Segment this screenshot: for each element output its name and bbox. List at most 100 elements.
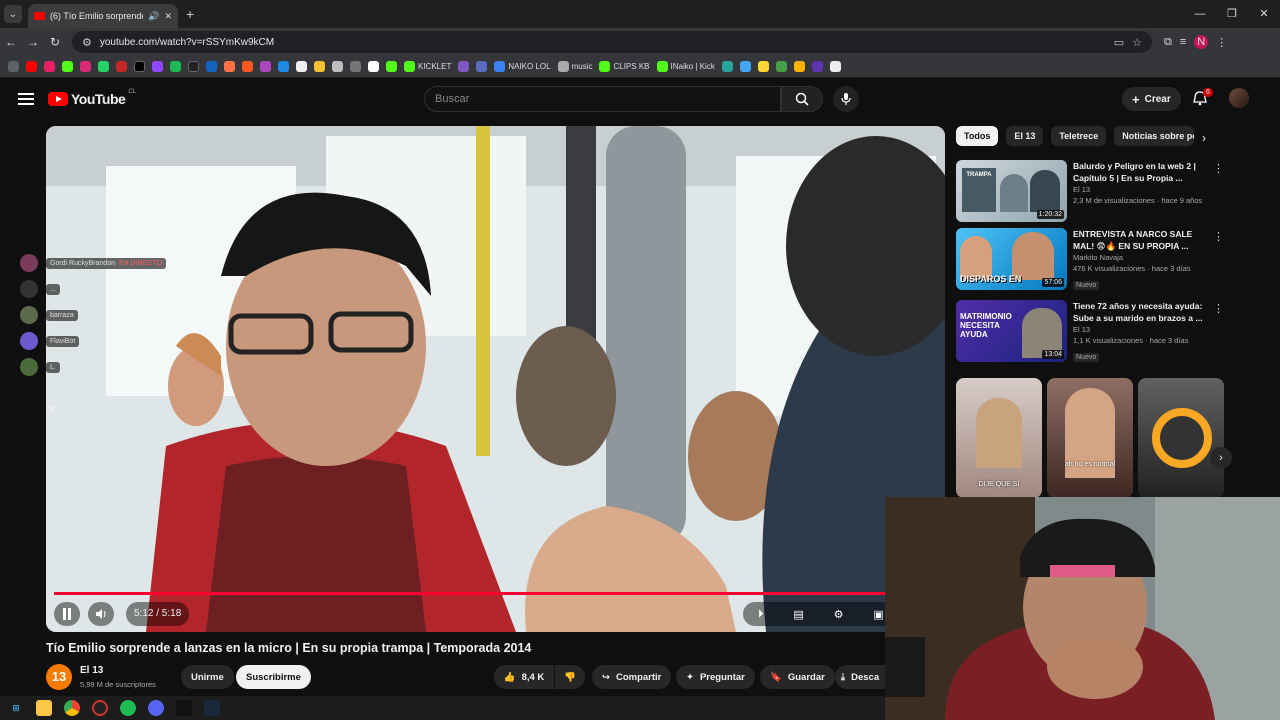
autoplay-toggle-icon[interactable]: ⏵: [758, 608, 764, 621]
profile-avatar[interactable]: N: [1194, 35, 1209, 49]
channel-avatar[interactable]: 13: [46, 664, 72, 690]
site-info-icon[interactable]: ⚙: [82, 36, 92, 49]
bookmark-icon[interactable]: [811, 61, 823, 72]
youtube-logo[interactable]: YouTube CL: [48, 89, 136, 107]
search-button[interactable]: [781, 86, 823, 112]
bookmark-icon[interactable]: [206, 61, 217, 72]
media-icon[interactable]: ≡: [1180, 36, 1186, 48]
apps-icon[interactable]: [8, 61, 19, 72]
bookmark-twitch-icon[interactable]: [152, 61, 163, 72]
obs-icon[interactable]: [92, 700, 108, 716]
menu-dots-icon[interactable]: ⋮: [1216, 36, 1227, 49]
video-progress-bar[interactable]: [54, 592, 920, 595]
more-options-icon[interactable]: ⋮: [1213, 230, 1224, 243]
bookmark-instagram-icon[interactable]: [80, 61, 91, 72]
chevron-right-icon[interactable]: ›: [1210, 447, 1232, 469]
reload-icon[interactable]: ↻: [44, 35, 66, 49]
bookmark-icon[interactable]: [829, 61, 841, 72]
bookmark-naiko-kick[interactable]: INaiko | Kick: [656, 61, 715, 72]
bookmark-icon[interactable]: [44, 61, 55, 72]
discord-icon[interactable]: [148, 700, 164, 716]
channel-name[interactable]: El 13: [80, 665, 103, 676]
bookmark-icon[interactable]: [260, 61, 271, 72]
create-button[interactable]: + Crear: [1122, 87, 1181, 111]
extensions-icon[interactable]: ⧉: [1164, 36, 1172, 49]
bookmark-icon[interactable]: [458, 61, 470, 72]
dislike-button[interactable]: 👎: [555, 665, 585, 689]
save-button[interactable]: 🔖 Guardar: [760, 665, 835, 689]
bookmark-icon[interactable]: [721, 61, 733, 72]
subscribe-button[interactable]: Suscribirme: [236, 665, 311, 689]
subtitles-icon[interactable]: ▤: [793, 608, 803, 621]
spotify-icon[interactable]: [120, 700, 136, 716]
steam-icon[interactable]: [204, 700, 220, 716]
bookmark-kicklet[interactable]: KICKLET: [404, 61, 451, 72]
bookmark-icon[interactable]: [757, 61, 769, 72]
video-title[interactable]: Tiene 72 años y necesita ayuda: Sube a s…: [1073, 300, 1213, 324]
bookmark-icon[interactable]: [739, 61, 751, 72]
channel-name[interactable]: Markito Navaja: [1073, 252, 1213, 263]
join-button[interactable]: Unirme: [181, 665, 234, 689]
video-thumbnail[interactable]: MATRIMONIO NECESITA AYUDA 13:04: [956, 300, 1067, 362]
user-avatar[interactable]: [1229, 88, 1249, 108]
more-options-icon[interactable]: ⋮: [1213, 162, 1224, 175]
short-thumbnail[interactable]: ah no es normal: [1047, 378, 1133, 498]
bookmark-naiko-lol[interactable]: NAIKO LOL: [494, 61, 551, 72]
close-window-icon[interactable]: ✕: [1248, 0, 1280, 28]
bookmark-kick-icon[interactable]: [62, 61, 73, 72]
cast-icon[interactable]: ▭: [1114, 36, 1124, 49]
bookmark-star-icon[interactable]: ☆: [1132, 36, 1142, 49]
chip-todos[interactable]: Todos: [956, 126, 999, 146]
bookmark-icon[interactable]: [188, 61, 199, 72]
chrome-icon[interactable]: [64, 700, 80, 716]
hamburger-menu-icon[interactable]: [18, 93, 34, 105]
download-button[interactable]: ⤓ Desca: [835, 665, 885, 689]
bookmark-x-icon[interactable]: [134, 61, 145, 72]
channel-name[interactable]: El 13: [1073, 184, 1213, 195]
chip-noticias[interactable]: Noticias sobre po: [1114, 126, 1195, 146]
bookmark-icon[interactable]: [350, 61, 361, 72]
restore-icon[interactable]: ❐: [1216, 0, 1248, 28]
bookmark-whatsapp-icon[interactable]: [98, 61, 109, 72]
chip-teletrece[interactable]: Teletrece: [1051, 126, 1107, 146]
bookmark-music[interactable]: music: [557, 61, 592, 72]
file-explorer-icon[interactable]: [36, 700, 52, 716]
bookmark-icon[interactable]: [368, 61, 379, 72]
video-title[interactable]: ENTREVISTA A NARCO SALE MAL! 😨🔥 EN SU PR…: [1073, 228, 1213, 252]
chip-el13[interactable]: El 13: [1006, 126, 1044, 146]
recommended-item[interactable]: TRAMPA 1:20:32 Balurdo y Peligro en la w…: [956, 160, 1236, 224]
browser-tab[interactable]: (6) Tío Emilio sorprende a la 🔊 ✕: [28, 4, 178, 28]
url-input[interactable]: ⚙ youtube.com/watch?v=rSSYmKw9kCM ▭ ☆: [72, 31, 1152, 53]
recommended-item[interactable]: DISPAROS EN 57:06 ENTREVISTA A NARCO SAL…: [956, 228, 1236, 292]
close-tab-icon[interactable]: ✕: [164, 11, 172, 22]
volume-button[interactable]: [88, 602, 114, 626]
voice-search-button[interactable]: [833, 86, 859, 112]
miniplayer-icon[interactable]: ▣: [873, 608, 883, 621]
bookmark-icon[interactable]: [296, 61, 307, 72]
bookmark-clips-kb[interactable]: CLIPS KB: [599, 61, 650, 72]
minimize-icon[interactable]: —: [1184, 0, 1216, 28]
video-title[interactable]: Balurdo y Peligro en la web 2 | Capítulo…: [1073, 160, 1213, 184]
search-input[interactable]: Buscar: [424, 86, 781, 112]
short-thumbnail[interactable]: [1138, 378, 1224, 498]
tab-search-icon[interactable]: ⌄: [4, 5, 22, 23]
recommended-item[interactable]: MATRIMONIO NECESITA AYUDA 13:04 Tiene 72…: [956, 300, 1236, 364]
channel-name[interactable]: El 13: [1073, 324, 1213, 335]
bookmark-icon[interactable]: [278, 61, 289, 72]
bookmark-icon[interactable]: [314, 61, 325, 72]
like-button[interactable]: 👍 8,4 K: [494, 665, 554, 689]
bookmark-icon[interactable]: [332, 61, 343, 72]
settings-gear-icon[interactable]: ⚙: [834, 608, 844, 621]
ask-button[interactable]: ✦ Preguntar: [676, 665, 755, 689]
bookmark-icon[interactable]: [224, 61, 235, 72]
app-icon[interactable]: [176, 700, 192, 716]
bookmark-icon[interactable]: [116, 61, 127, 72]
pause-button[interactable]: [54, 602, 80, 626]
new-tab-icon[interactable]: +: [186, 6, 194, 22]
speaker-icon[interactable]: 🔊: [148, 11, 159, 22]
more-options-icon[interactable]: ⋮: [1213, 302, 1224, 315]
bookmark-icon[interactable]: [793, 61, 805, 72]
forward-icon[interactable]: →: [22, 35, 44, 49]
back-icon[interactable]: ←: [0, 35, 22, 49]
chevron-right-icon[interactable]: ›: [1202, 131, 1206, 145]
